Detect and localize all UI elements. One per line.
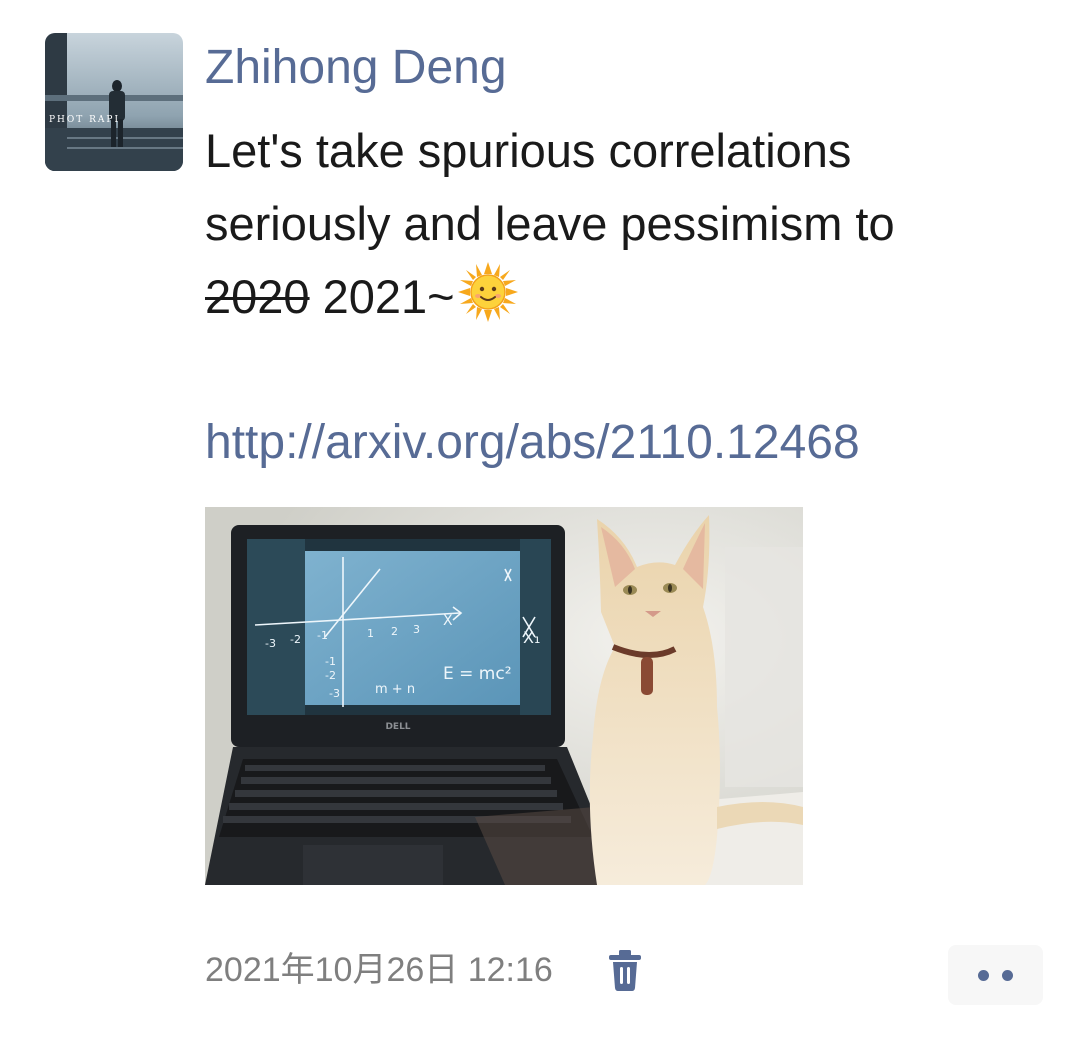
screen-vars: m + n xyxy=(375,682,415,697)
svg-text:-1: -1 xyxy=(325,655,336,668)
trash-icon[interactable] xyxy=(607,948,643,992)
avatar-watermark: PHOT RAPI xyxy=(49,115,120,125)
avatar[interactable]: PHOT RAPI xyxy=(45,33,183,171)
svg-text:1: 1 xyxy=(367,627,374,640)
more-options-button[interactable] xyxy=(948,945,1043,1005)
more-dots-icon xyxy=(978,970,989,981)
svg-text:-2: -2 xyxy=(290,633,301,646)
laptop-brand: DELL xyxy=(385,722,410,732)
screen-formula: E = mc² xyxy=(443,664,512,684)
svg-text:2: 2 xyxy=(391,625,398,638)
arxiv-link[interactable]: http://arxiv.org/abs/2110.12468 xyxy=(205,413,860,473)
cat-laptop-photo: -3 -2 -1 123 -1-2-3 X m + n E = mc² X₁ DEL… xyxy=(205,507,803,885)
svg-text:-1: -1 xyxy=(317,629,328,642)
post-text-line-2: seriously and leave pessimism to xyxy=(205,197,895,250)
post-timestamp: 2021年10月26日 12:16 xyxy=(205,951,553,989)
post-text: Let's take spurious correlations serious… xyxy=(205,114,1025,343)
svg-text:3: 3 xyxy=(413,623,420,636)
author-name[interactable]: Zhihong Deng xyxy=(205,38,507,98)
sun-with-face-icon xyxy=(457,261,519,343)
svg-text:-2: -2 xyxy=(325,669,336,682)
screen-x1-label: X₁ xyxy=(523,628,540,647)
avatar-image: PHOT RAPI xyxy=(45,33,183,171)
new-year: 2021~ xyxy=(322,270,455,323)
post-text-line-3: 2020 2021~ xyxy=(205,260,1025,343)
screen-x-label: X xyxy=(443,613,453,629)
struck-year: 2020 xyxy=(205,270,310,323)
post-text-line-1: Let's take spurious correlations xyxy=(205,124,852,177)
more-dots-icon xyxy=(1002,970,1013,981)
post-image[interactable]: -3 -2 -1 123 -1 -2 -3 X m + n E = mc² X₁ DEL… xyxy=(205,507,803,885)
svg-text:-3: -3 xyxy=(329,687,340,700)
svg-text:-3: -3 xyxy=(265,637,276,650)
